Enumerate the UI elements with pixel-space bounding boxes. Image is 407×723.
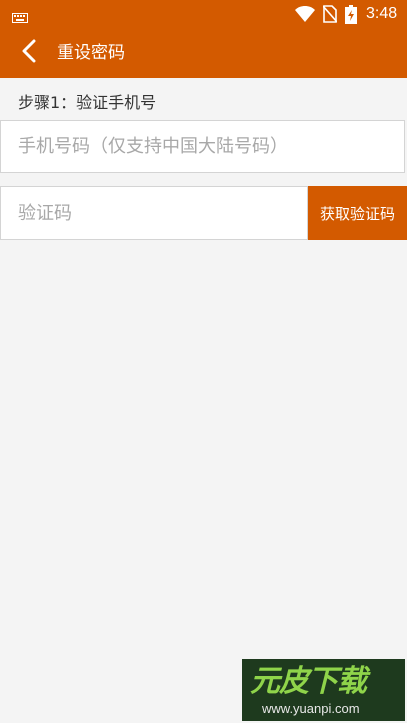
step-label: 步骤1：验证手机号 <box>18 93 157 112</box>
wifi-icon <box>295 5 315 23</box>
watermark-url: www.yuanpi.com <box>262 701 360 716</box>
battery-icon <box>345 5 357 24</box>
no-sim-icon <box>322 5 338 23</box>
watermark-logo-text: 元皮下载 <box>250 664 367 699</box>
status-bar: 3:48 <box>0 0 407 28</box>
watermark-logo: 元皮下载 www.yuanpi.com <box>242 659 405 721</box>
page-title: 重设密码 <box>57 43 125 63</box>
app-header: 3:48 重设密码 <box>0 0 407 78</box>
verification-code-input[interactable] <box>0 186 308 240</box>
phone-number-input[interactable] <box>0 120 405 173</box>
get-verification-code-button[interactable]: 获取验证码 <box>308 186 407 240</box>
back-button[interactable] <box>12 36 46 70</box>
status-time: 3:48 <box>366 5 398 22</box>
toolbar: 重设密码 <box>0 28 407 78</box>
keyboard-icon <box>12 8 28 23</box>
chevron-left-icon <box>21 39 37 67</box>
